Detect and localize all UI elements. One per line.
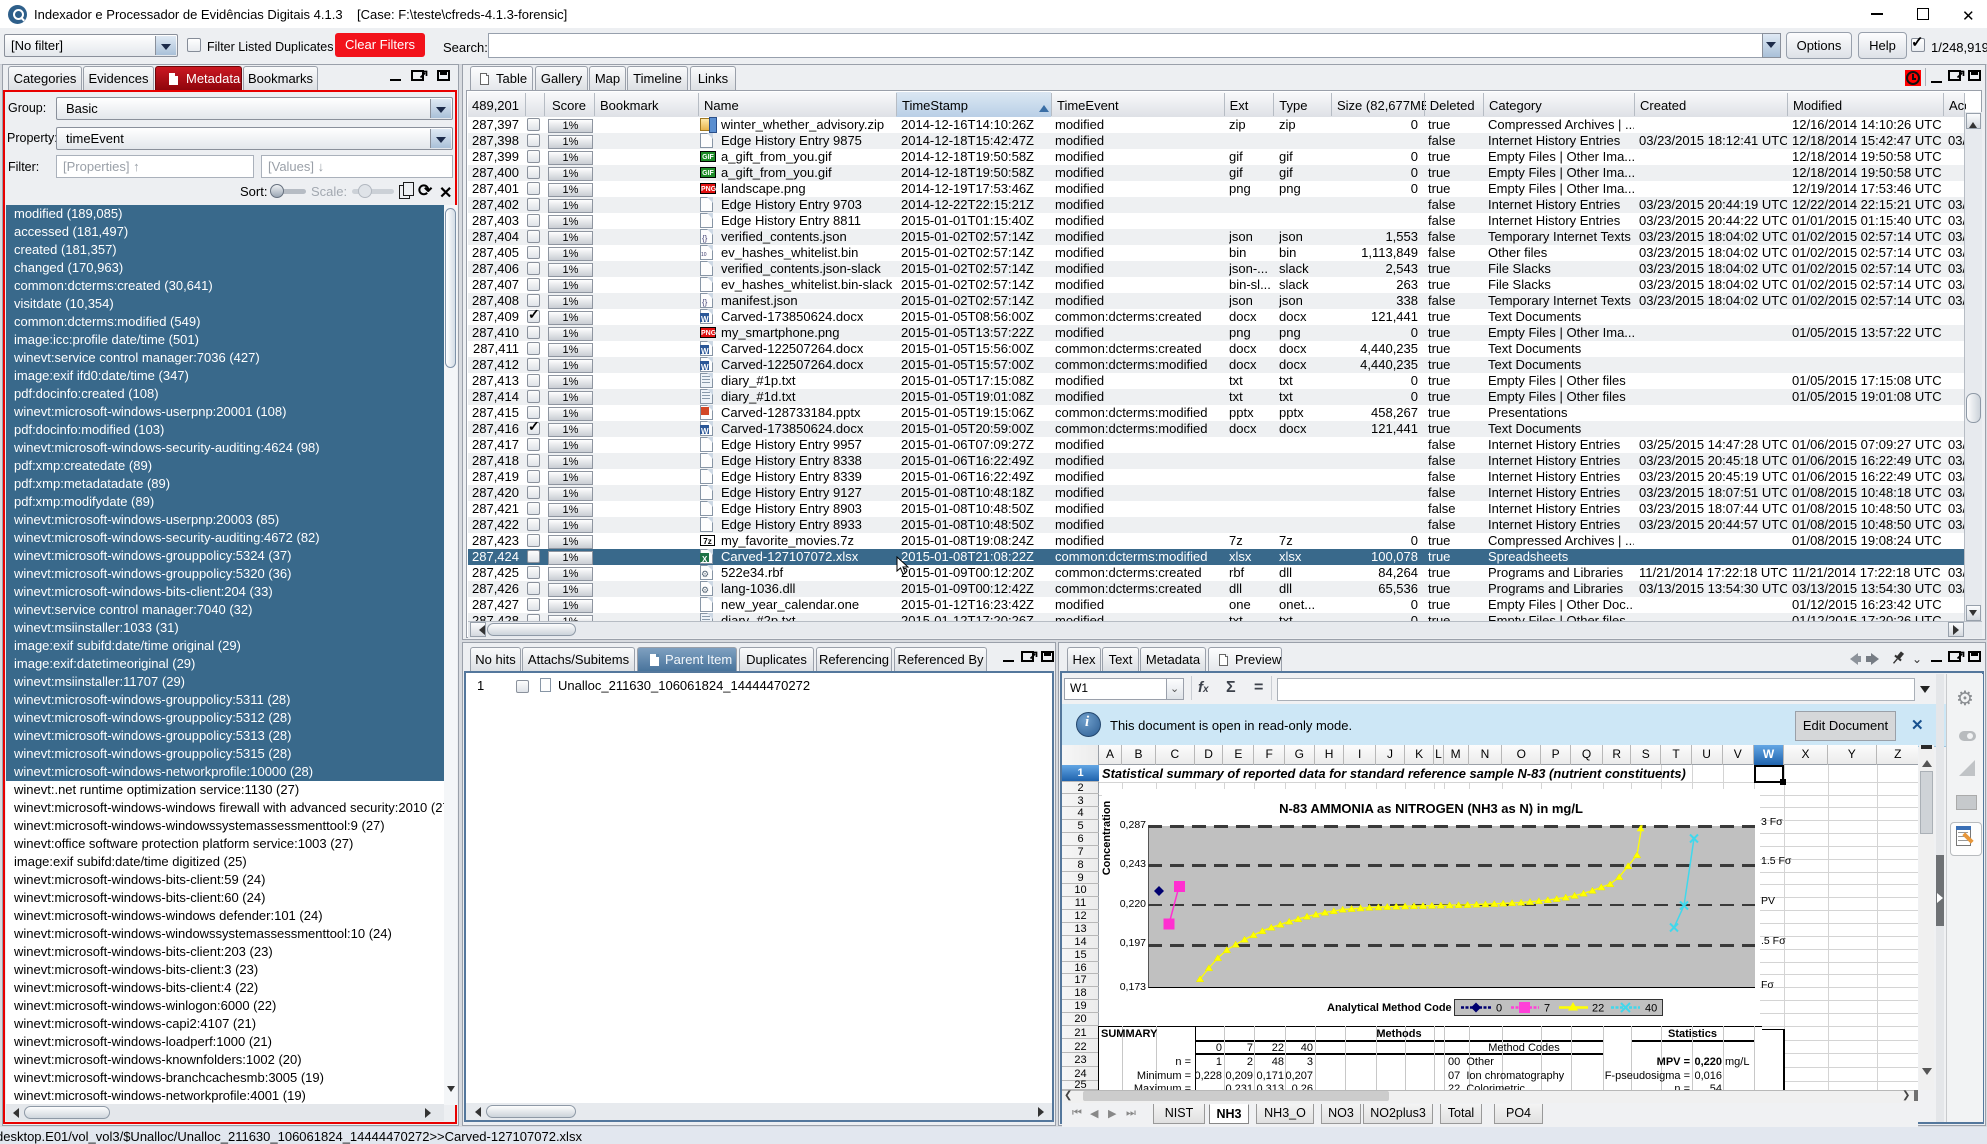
svg-text:0: 0: [1496, 1003, 1502, 1015]
svg-text:22: 22: [1592, 1003, 1604, 1015]
svg-text:40: 40: [1645, 1003, 1657, 1015]
svg-text:7: 7: [1544, 1003, 1550, 1015]
